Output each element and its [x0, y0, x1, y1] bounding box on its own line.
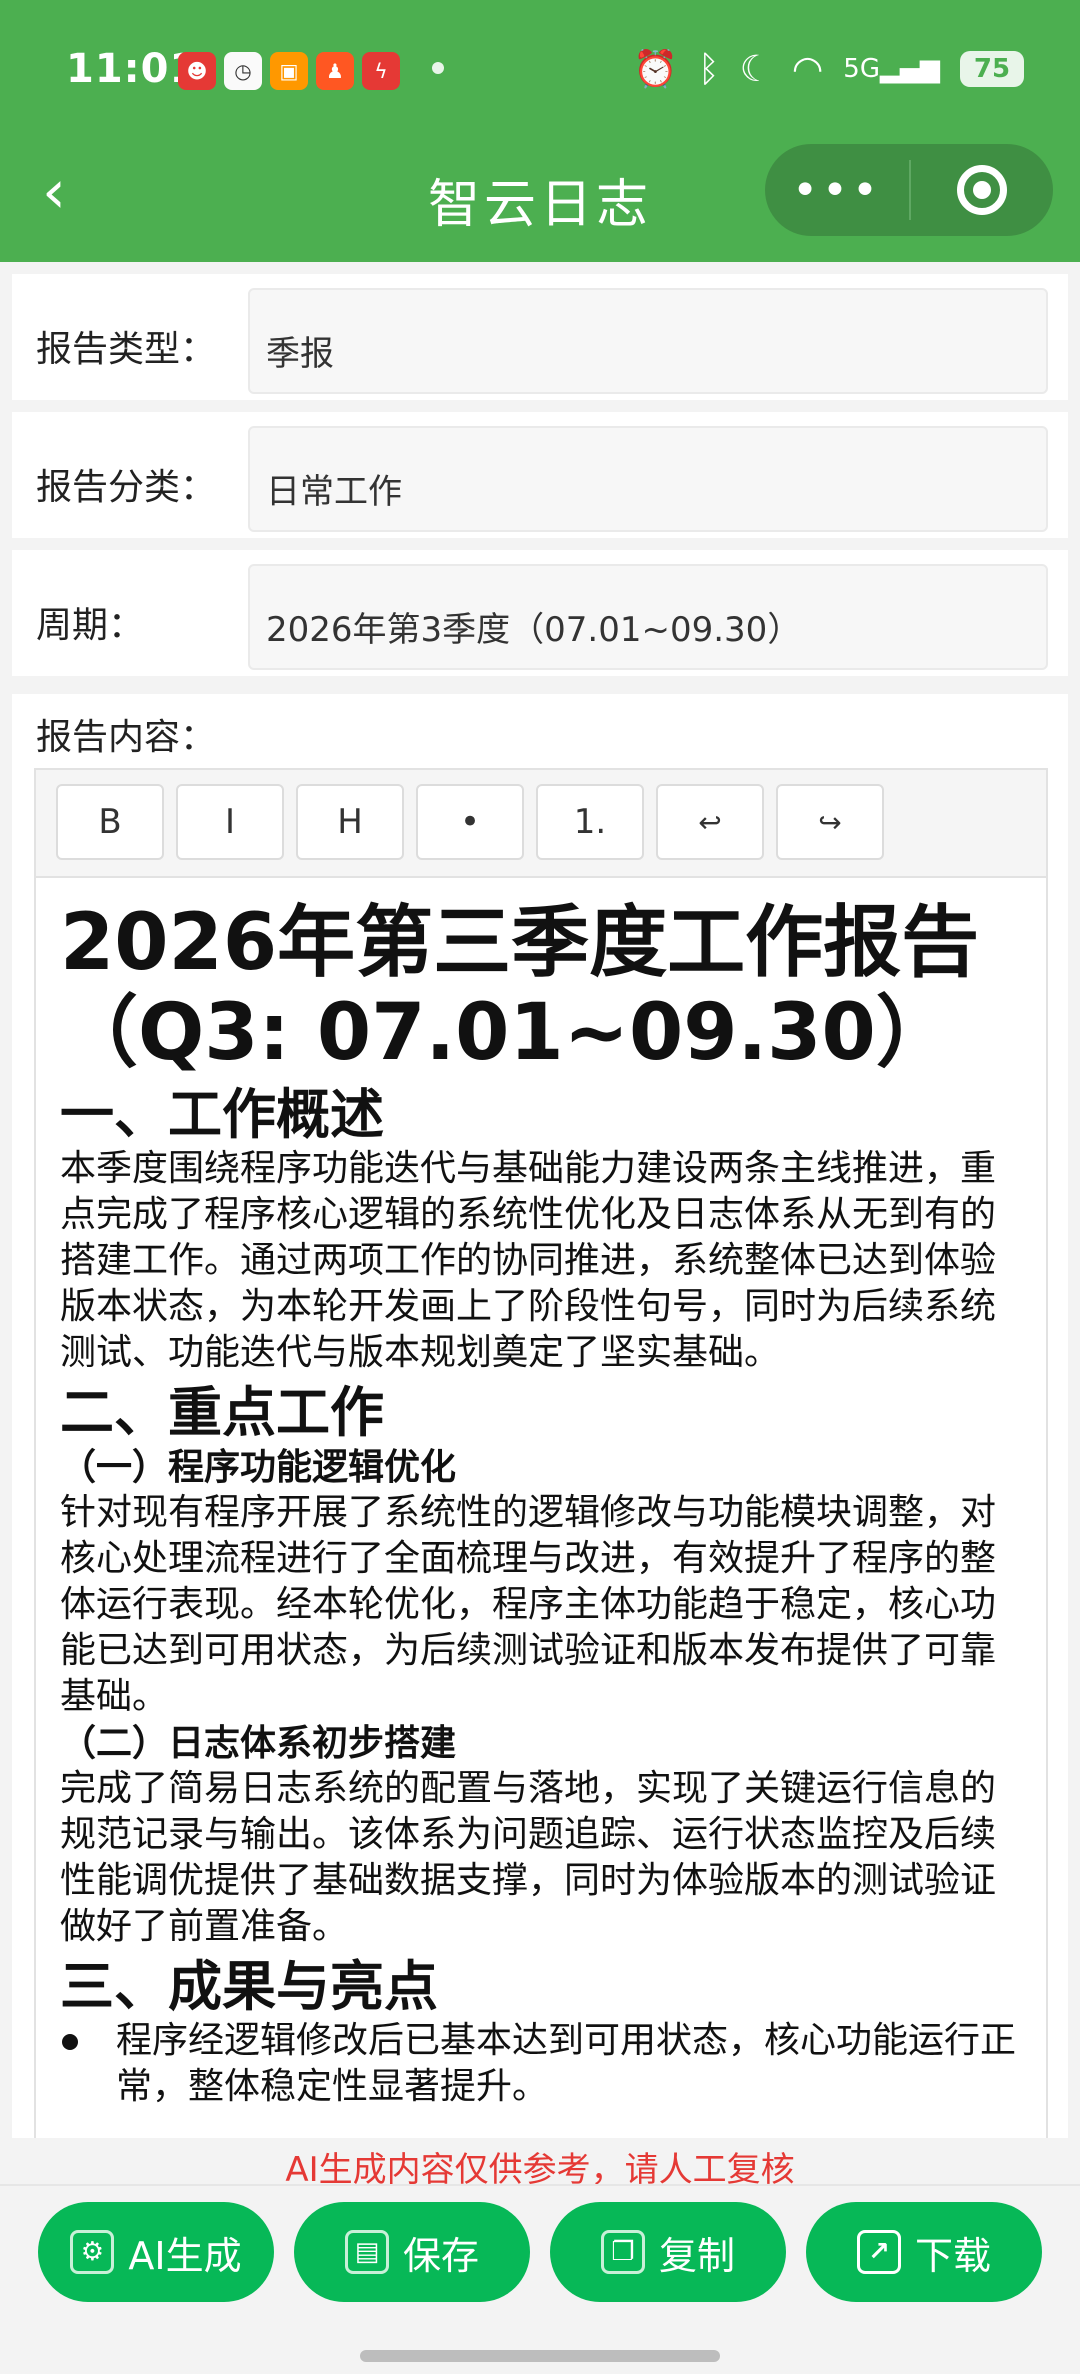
mini-program-capsule: •••: [765, 144, 1053, 236]
external-link-icon: ↗: [856, 2230, 901, 2274]
section-2-heading: 二、重点工作: [60, 1381, 384, 1444]
status-bar: 11:01 ☻ ◷ ▣ ♟ ϟ ⏰ ᛒ ☾ ◠ 5G▂▄▆ 75: [0, 0, 1080, 140]
copy-label: 复制: [658, 2233, 735, 2278]
section-3-heading: 三、成果与亮点: [60, 1955, 438, 2018]
notification-icons: ☻ ◷ ▣ ♟ ϟ: [178, 52, 400, 90]
more-notifications-dot: [432, 62, 444, 74]
app-icon-1: ☻: [178, 52, 216, 90]
robot-icon: ⚙: [70, 2230, 115, 2274]
app-header: 11:01 ☻ ◷ ▣ ♟ ϟ ⏰ ᛒ ☾ ◠ 5G▂▄▆ 75 ‹ 智云日志 …: [0, 0, 1080, 262]
editor-toolbar: B I H • 1. ↩ ↪: [36, 770, 1046, 878]
app-icon-run: ♟: [316, 52, 354, 90]
section-2-paragraph-1: 针对现有程序开展了系统性的逻辑修改与功能模块调整，对核心处理流程进行了全面梳理与…: [60, 1492, 997, 1717]
app-icon-lightning: ϟ: [362, 52, 400, 90]
wifi-icon: ◠: [791, 48, 824, 90]
save-disk-icon: ▤: [344, 2230, 389, 2274]
section-2-subheading-2: （二）日志体系初步搭建: [60, 1723, 457, 1764]
signal-icon: 5G▂▄▆: [843, 54, 940, 84]
app-icon-clock: ◷: [224, 52, 262, 90]
redo-button[interactable]: ↪: [776, 784, 884, 860]
bluetooth-icon: ᛒ: [697, 48, 720, 90]
undo-button[interactable]: ↩: [656, 784, 764, 860]
copy-button[interactable]: ❐ 复制: [550, 2202, 786, 2302]
section-2-subheading-1: （一）程序功能逻辑优化: [60, 1447, 457, 1488]
action-bar: ⚙ AI生成 ▤ 保存 ❐ 复制 ↗ 下载: [0, 2184, 1080, 2374]
system-icons: ⏰ ᛒ ☾ ◠ 5G▂▄▆ 75: [633, 48, 1024, 90]
report-category-row: 报告分类： 日常工作: [12, 412, 1068, 538]
download-button[interactable]: ↗ 下载: [806, 2202, 1042, 2302]
list-item: 程序经逻辑修改后已基本达到可用状态，核心功能运行正常，整体稳定性显著提升。: [60, 2018, 1030, 2110]
ai-generate-button[interactable]: ⚙ AI生成: [38, 2202, 274, 2302]
home-indicator[interactable]: [360, 2350, 720, 2362]
battery-icon: 75: [960, 51, 1024, 87]
bold-button[interactable]: B: [56, 784, 164, 860]
report-category-label: 报告分类：: [36, 467, 217, 508]
nav-bar: ‹ 智云日志 •••: [0, 140, 1080, 262]
network-type: 5G: [843, 54, 880, 84]
save-button[interactable]: ▤ 保存: [294, 2202, 530, 2302]
section-3-list: 程序经逻辑修改后已基本达到可用状态，核心功能运行正常，整体稳定性显著提升。: [60, 2018, 1030, 2110]
section-1-heading: 一、工作概述: [60, 1083, 384, 1146]
report-type-label: 报告类型：: [36, 329, 217, 370]
report-content-label: 报告内容：: [36, 717, 217, 758]
bullet-list-button[interactable]: •: [416, 784, 524, 860]
italic-button[interactable]: I: [176, 784, 284, 860]
report-title: 2026年第三季度工作报告（Q3: 07.01~09.30）: [60, 898, 980, 1078]
download-label: 下载: [914, 2233, 991, 2278]
ordered-list-button[interactable]: 1.: [536, 784, 644, 860]
section-2-paragraph-2: 完成了简易日志系统的配置与落地，实现了关键运行信息的规范记录与输出。该体系为问题…: [60, 1768, 997, 1947]
section-1-paragraph: 本季度围绕程序功能迭代与基础能力建设两条主线推进，重点完成了程序核心逻辑的系统性…: [60, 1148, 997, 1373]
close-button[interactable]: [911, 144, 1053, 236]
period-row: 周期： 2026年第3季度（07.01~09.30）: [12, 550, 1068, 676]
more-button[interactable]: •••: [765, 144, 909, 236]
period-select[interactable]: 2026年第3季度（07.01~09.30）: [248, 564, 1048, 670]
report-type-select[interactable]: 季报: [248, 288, 1048, 394]
ai-generate-label: AI生成: [128, 2233, 242, 2278]
rich-text-editor[interactable]: B I H • 1. ↩ ↪ 2026年第三季度工作报告（Q3: 07.01~0…: [34, 768, 1048, 2150]
period-label: 周期：: [36, 605, 145, 646]
moon-icon: ☾: [739, 48, 772, 90]
report-content-card: 报告内容： B I H • 1. ↩ ↪ 2026年第三季度工作报告（Q3: 0…: [12, 694, 1068, 2150]
app-icon-shop: ▣: [270, 52, 308, 90]
copy-icon: ❐: [600, 2230, 645, 2274]
editor-document[interactable]: 2026年第三季度工作报告（Q3: 07.01~09.30） 一、工作概述 本季…: [60, 888, 1030, 2110]
alarm-icon: ⏰: [633, 49, 678, 90]
save-label: 保存: [402, 2233, 479, 2278]
report-category-select[interactable]: 日常工作: [248, 426, 1048, 532]
report-type-row: 报告类型： 季报: [12, 274, 1068, 400]
heading-button[interactable]: H: [296, 784, 404, 860]
close-target-icon: [957, 165, 1007, 215]
